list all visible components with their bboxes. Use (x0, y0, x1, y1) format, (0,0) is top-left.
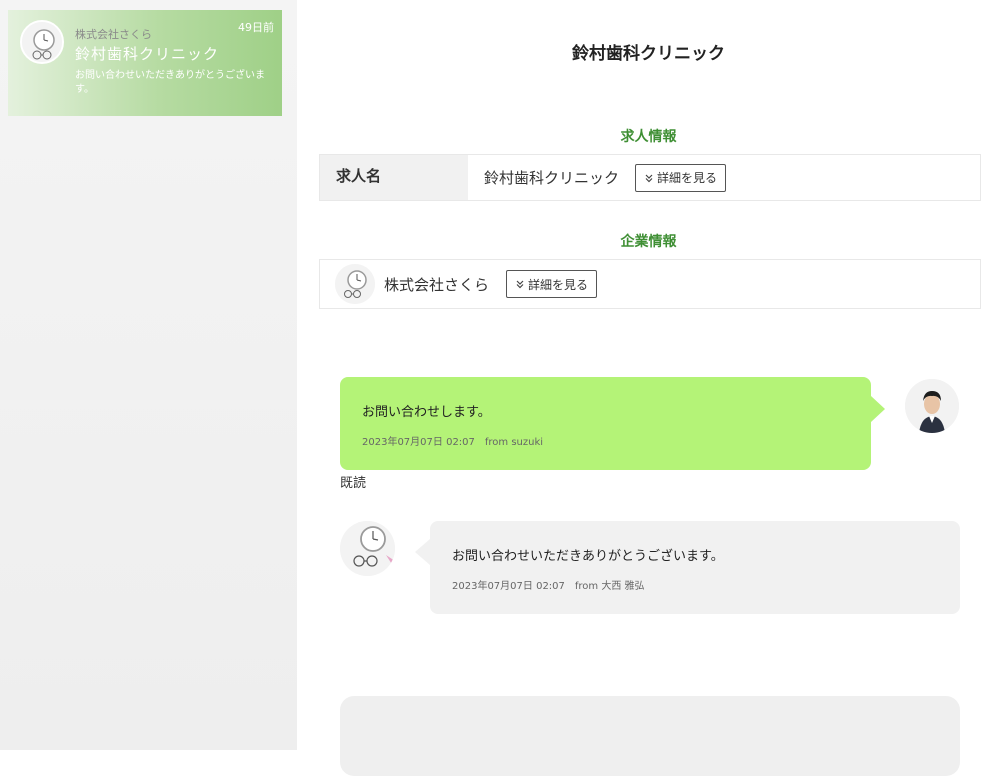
job-name-label: 求人名 (320, 155, 468, 200)
thread-company-name: 株式会社さくら (75, 28, 152, 41)
double-chevron-down-icon (644, 173, 654, 183)
company-info-row: 株式会社さくら 詳細を見る (319, 259, 981, 309)
message-compose-box[interactable] (340, 696, 960, 776)
company-avatar (20, 20, 64, 64)
company-detail-button[interactable]: 詳細を見る (506, 270, 598, 298)
job-name-value: 鈴村歯科クリニック (484, 169, 620, 187)
incoming-message-bubble: お問い合わせいただきありがとうございます。 2023年07月07日 02:07 … (415, 521, 960, 614)
double-chevron-down-icon (515, 279, 525, 289)
thread-sidebar: 株式会社さくら 49日前 鈴村歯科クリニック お問い合わせいただきありがとうござ… (0, 0, 297, 750)
message-text: お問い合わせいただきありがとうございます。 (452, 549, 724, 564)
thread-days-ago: 49日前 (238, 21, 274, 34)
job-section-heading: 求人情報 (620, 129, 677, 145)
user-avatar (905, 379, 959, 433)
company-detail-button-label: 詳細を見る (528, 277, 589, 292)
message-meta: 2023年07月07日 02:07 from 大西 雅弘 (452, 581, 645, 592)
company-name: 株式会社さくら (384, 275, 490, 294)
page-title: 鈴村歯科クリニック (572, 44, 725, 64)
company-avatar (340, 521, 395, 576)
company-section-heading: 企業情報 (620, 234, 677, 250)
thread-title: 鈴村歯科クリニック (75, 45, 220, 63)
job-detail-button[interactable]: 詳細を見る (635, 163, 727, 192)
thread-list-item[interactable]: 株式会社さくら 49日前 鈴村歯科クリニック お問い合わせいただきありがとうござ… (8, 10, 282, 116)
company-avatar (335, 264, 375, 304)
message-meta: 2023年07月07日 02:07 from suzuki (362, 437, 544, 448)
message-text: お問い合わせします。 (362, 405, 491, 420)
job-detail-button-label: 詳細を見る (657, 171, 718, 185)
job-info-table: 求人名 鈴村歯科クリニック 詳細を見る (319, 154, 981, 201)
outgoing-message-bubble: お問い合わせします。 2023年07月07日 02:07 from suzuki (340, 377, 885, 470)
job-name-value-cell: 鈴村歯科クリニック 詳細を見る (468, 155, 727, 200)
chat-main-panel: 鈴村歯科クリニック 求人情報 求人名 鈴村歯科クリニック 詳細を見る 企業情報 (297, 0, 1000, 776)
thread-preview: お問い合わせいただきありがとうございます。 (75, 70, 265, 95)
read-status: 既読 (340, 476, 367, 491)
